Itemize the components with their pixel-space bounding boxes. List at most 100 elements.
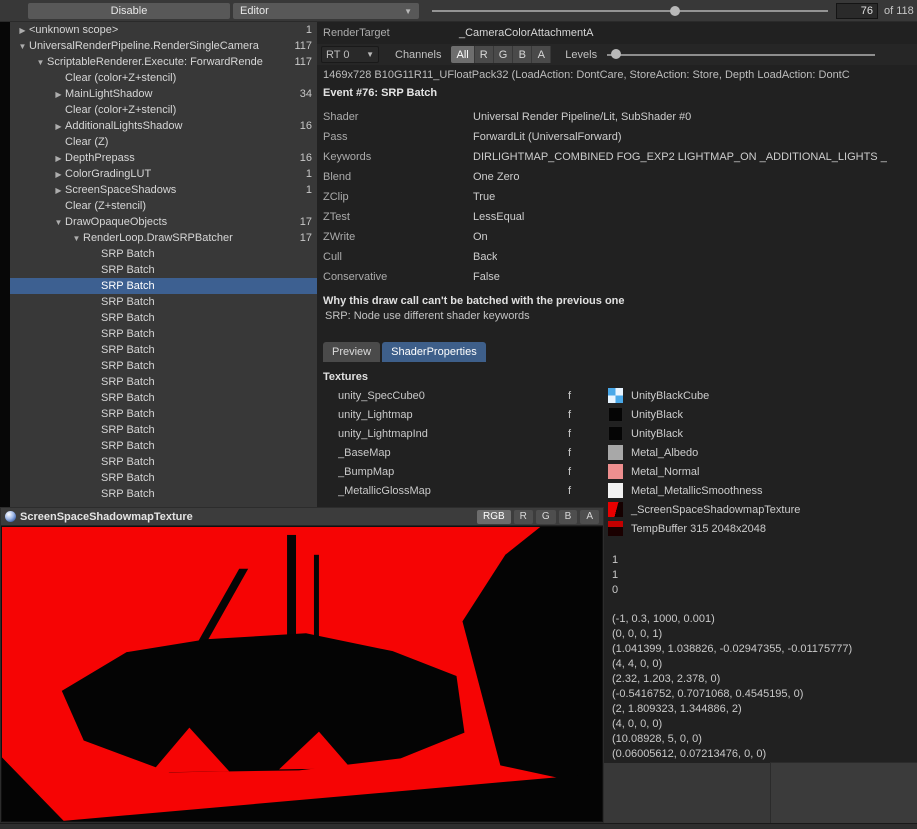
channel-button[interactable]: G (494, 46, 514, 63)
tree-item-label: UniversalRenderPipeline.RenderSingleCame… (29, 40, 291, 52)
tree-item[interactable]: SRP Batch (10, 486, 317, 502)
expander-icon[interactable]: ▶ (52, 170, 65, 179)
frame-slider-handle[interactable] (670, 6, 680, 16)
tree-item[interactable]: ▼ UniversalRenderPipeline.RenderSingleCa… (10, 38, 317, 54)
window-bottom-edge (0, 823, 917, 829)
texture-name: Metal_Normal (631, 466, 699, 478)
tree-item-label: DrawOpaqueObjects (65, 216, 291, 228)
tree-item[interactable]: SRP Batch (10, 438, 317, 454)
channel-button[interactable]: R (475, 46, 494, 63)
channel-button[interactable]: B (513, 46, 532, 63)
levels-slider-handle[interactable] (611, 49, 621, 59)
texture-row[interactable]: _MetallicGlossMap f Metal_MetallicSmooth… (317, 481, 917, 500)
tree-item[interactable]: Clear (Z) (10, 134, 317, 150)
target-selector-dropdown[interactable]: Editor ▼ (233, 3, 419, 19)
tree-item[interactable]: Clear (Z+stencil) (10, 198, 317, 214)
tree-item[interactable]: Clear (color+Z+stencil) (10, 102, 317, 118)
preview-channel-button[interactable]: B (559, 510, 578, 524)
expander-icon[interactable]: ▼ (34, 58, 47, 67)
texture-row[interactable]: _BumpMap f Metal_Normal (317, 462, 917, 481)
frame-slider[interactable] (432, 10, 828, 12)
tree-item[interactable]: ▶ ScreenSpaceShadows 1 (10, 182, 317, 198)
channel-button-label: B (519, 49, 526, 61)
tree-item[interactable]: ▼ DrawOpaqueObjects 17 (10, 214, 317, 230)
shader-vector-value: (0, 0, 0, 1) (612, 628, 917, 643)
tree-item[interactable]: SRP Batch (10, 422, 317, 438)
texture-property-name: unity_SpecCube0 (338, 390, 568, 402)
preview-channel-label: RGB (483, 511, 505, 522)
tree-item[interactable]: ▶ AdditionalLightsShadow 16 (10, 118, 317, 134)
tree-item[interactable]: SRP Batch (10, 374, 317, 390)
expander-icon[interactable]: ▶ (16, 26, 29, 35)
expander-icon[interactable]: ▶ (52, 90, 65, 99)
tree-item[interactable]: SRP Batch (10, 278, 317, 294)
shader-state-row: Keywords DIRLIGHTMAP_COMBINED FOG_EXP2 L… (317, 147, 917, 167)
render-target-value: _CameraColorAttachmentA (459, 27, 594, 39)
tree-item[interactable]: ▶ <unknown scope> 1 (10, 22, 317, 38)
rt-index-dropdown[interactable]: RT 0 ▼ (321, 46, 379, 63)
texture-thumbnail (608, 502, 623, 517)
detail-tab-label: Preview (332, 346, 371, 358)
tree-item-label: SRP Batch (101, 296, 291, 308)
expander-icon[interactable]: ▶ (52, 122, 65, 131)
detail-tab[interactable]: ShaderProperties (382, 342, 486, 362)
tree-item[interactable]: Clear (color+Z+stencil) (10, 70, 317, 86)
shader-state-row: Cull Back (317, 247, 917, 267)
channel-button[interactable]: A (532, 46, 551, 63)
tree-item-label: SRP Batch (101, 344, 291, 356)
tree-item[interactable]: SRP Batch (10, 454, 317, 470)
expander-icon[interactable]: ▶ (52, 186, 65, 195)
channel-button-label: All (456, 49, 468, 61)
batch-break-reason: SRP: Node use different shader keywords (317, 310, 917, 322)
preview-channel-button[interactable]: A (580, 510, 599, 524)
tree-item-count: 1 (291, 184, 317, 196)
tree-item[interactable]: SRP Batch (10, 262, 317, 278)
expander-icon[interactable]: ▼ (52, 218, 65, 227)
tree-item-label: SRP Batch (101, 408, 291, 420)
tree-item[interactable]: SRP Batch (10, 246, 317, 262)
tree-item-label: Clear (Z) (65, 136, 291, 148)
tree-item[interactable]: SRP Batch (10, 342, 317, 358)
tree-item[interactable]: SRP Batch (10, 358, 317, 374)
tree-item[interactable]: SRP Batch (10, 294, 317, 310)
tree-item[interactable]: SRP Batch (10, 310, 317, 326)
preview-channel-button[interactable]: G (536, 510, 556, 524)
shader-vector-value: (1.041399, 1.038826, -0.02947355, -0.011… (612, 643, 917, 658)
shader-state-value: Back (473, 251, 497, 263)
texture-row[interactable]: unity_LightmapInd f UnityBlack (317, 424, 917, 443)
tree-item[interactable]: ▼ ScriptableRenderer.Execute: ForwardRen… (10, 54, 317, 70)
frame-number-input[interactable] (836, 3, 878, 19)
expander-icon[interactable]: ▶ (52, 154, 65, 163)
tree-item-count: 16 (291, 152, 317, 164)
tree-item[interactable]: ▶ ColorGradingLUT 1 (10, 166, 317, 182)
detail-tab[interactable]: Preview (323, 342, 380, 362)
disable-button[interactable]: Disable (28, 3, 230, 19)
tree-item[interactable]: ▼ RenderLoop.DrawSRPBatcher 17 (10, 230, 317, 246)
texture-row[interactable]: _BaseMap f Metal_Albedo (317, 443, 917, 462)
tree-item[interactable]: ▶ DepthPrepass 16 (10, 150, 317, 166)
preview-channel-button[interactable]: RGB (477, 510, 511, 524)
shader-vector-value: (-1, 0.3, 1000, 0.001) (612, 613, 917, 628)
tree-item-label: SRP Batch (101, 248, 291, 260)
shader-state-value: One Zero (473, 171, 519, 183)
tree-item[interactable]: SRP Batch (10, 406, 317, 422)
texture-thumbnail (608, 426, 623, 441)
shader-state-value: LessEqual (473, 211, 524, 223)
tree-item[interactable]: SRP Batch (10, 326, 317, 342)
tree-item[interactable]: SRP Batch (10, 470, 317, 486)
texture-row[interactable]: unity_SpecCube0 f UnityBlackCube (317, 386, 917, 405)
texture-row[interactable]: unity_Lightmap f UnityBlack (317, 405, 917, 424)
shader-state-label: ZClip (323, 191, 473, 203)
chevron-down-icon: ▼ (366, 50, 374, 59)
expander-icon[interactable]: ▼ (16, 42, 29, 51)
preview-channel-button[interactable]: R (514, 510, 533, 524)
tree-item[interactable]: SRP Batch (10, 390, 317, 406)
tree-item[interactable]: ▶ MainLightShadow 34 (10, 86, 317, 102)
preview-window-titlebar[interactable]: ScreenSpaceShadowmapTexture RGBRGBA (1, 508, 603, 526)
expander-icon[interactable]: ▼ (70, 234, 83, 243)
levels-slider[interactable] (607, 46, 875, 63)
shader-float-value: 1 (612, 569, 917, 584)
scene-view-edge (0, 22, 10, 508)
channel-button[interactable]: All (451, 46, 474, 63)
frame-total-label: of 118 (884, 5, 914, 17)
